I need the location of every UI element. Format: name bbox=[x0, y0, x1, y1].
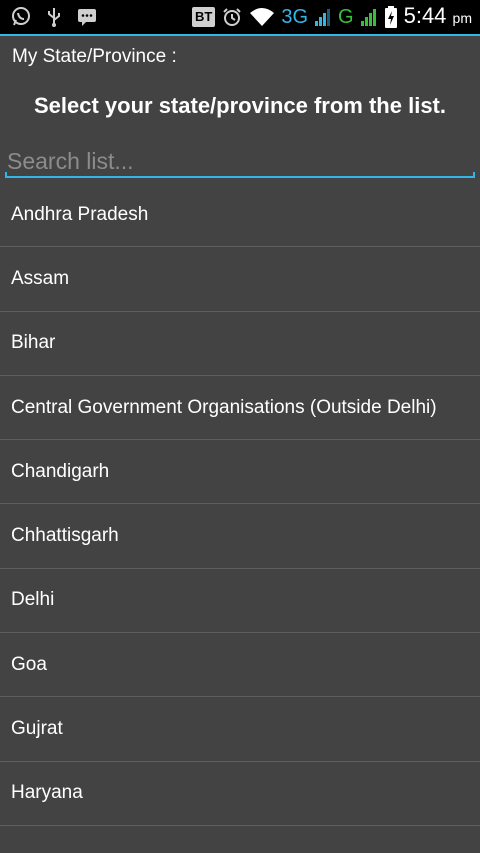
status-bar: BT 3G G 5:44 pm bbox=[0, 0, 480, 34]
list-item[interactable]: Bihar bbox=[0, 312, 480, 376]
network-g-label: G bbox=[338, 6, 354, 28]
network-3g-label: 3G bbox=[281, 6, 309, 28]
list-item[interactable]: Chandigarh bbox=[0, 440, 480, 505]
list-item[interactable]: Goa bbox=[0, 633, 480, 698]
signal-strength-g-icon bbox=[360, 7, 378, 27]
bt-badge: BT bbox=[192, 7, 216, 27]
signal-strength-3g-icon bbox=[314, 7, 332, 27]
list-item[interactable]: Central Government Organisations (Outsid… bbox=[0, 376, 480, 441]
wifi-icon bbox=[249, 6, 275, 28]
list-item[interactable]: Haryana bbox=[0, 762, 480, 826]
page-title: Select your state/province from the list… bbox=[33, 93, 446, 118]
alarm-clock-icon bbox=[221, 6, 243, 28]
state-list[interactable]: Andhra Pradesh Assam Bihar Central Gover… bbox=[0, 183, 480, 826]
message-icon bbox=[76, 7, 98, 27]
usb-icon bbox=[46, 6, 62, 28]
screen-label: My State/Province : bbox=[12, 46, 177, 67]
search-field[interactable] bbox=[5, 146, 475, 178]
list-item[interactable]: Chhattisgarh bbox=[0, 504, 480, 569]
action-bar-divider bbox=[0, 34, 480, 36]
list-item[interactable]: Gujrat bbox=[0, 697, 480, 762]
search-input[interactable] bbox=[5, 146, 475, 176]
search-underline bbox=[5, 172, 475, 178]
battery-charging-icon bbox=[384, 5, 398, 29]
list-item[interactable]: Assam bbox=[0, 247, 480, 312]
list-item[interactable]: Andhra Pradesh bbox=[0, 183, 480, 248]
clock: 5:44 pm bbox=[403, 3, 472, 28]
whatsapp-icon bbox=[10, 6, 32, 28]
list-item[interactable]: Delhi bbox=[0, 569, 480, 634]
